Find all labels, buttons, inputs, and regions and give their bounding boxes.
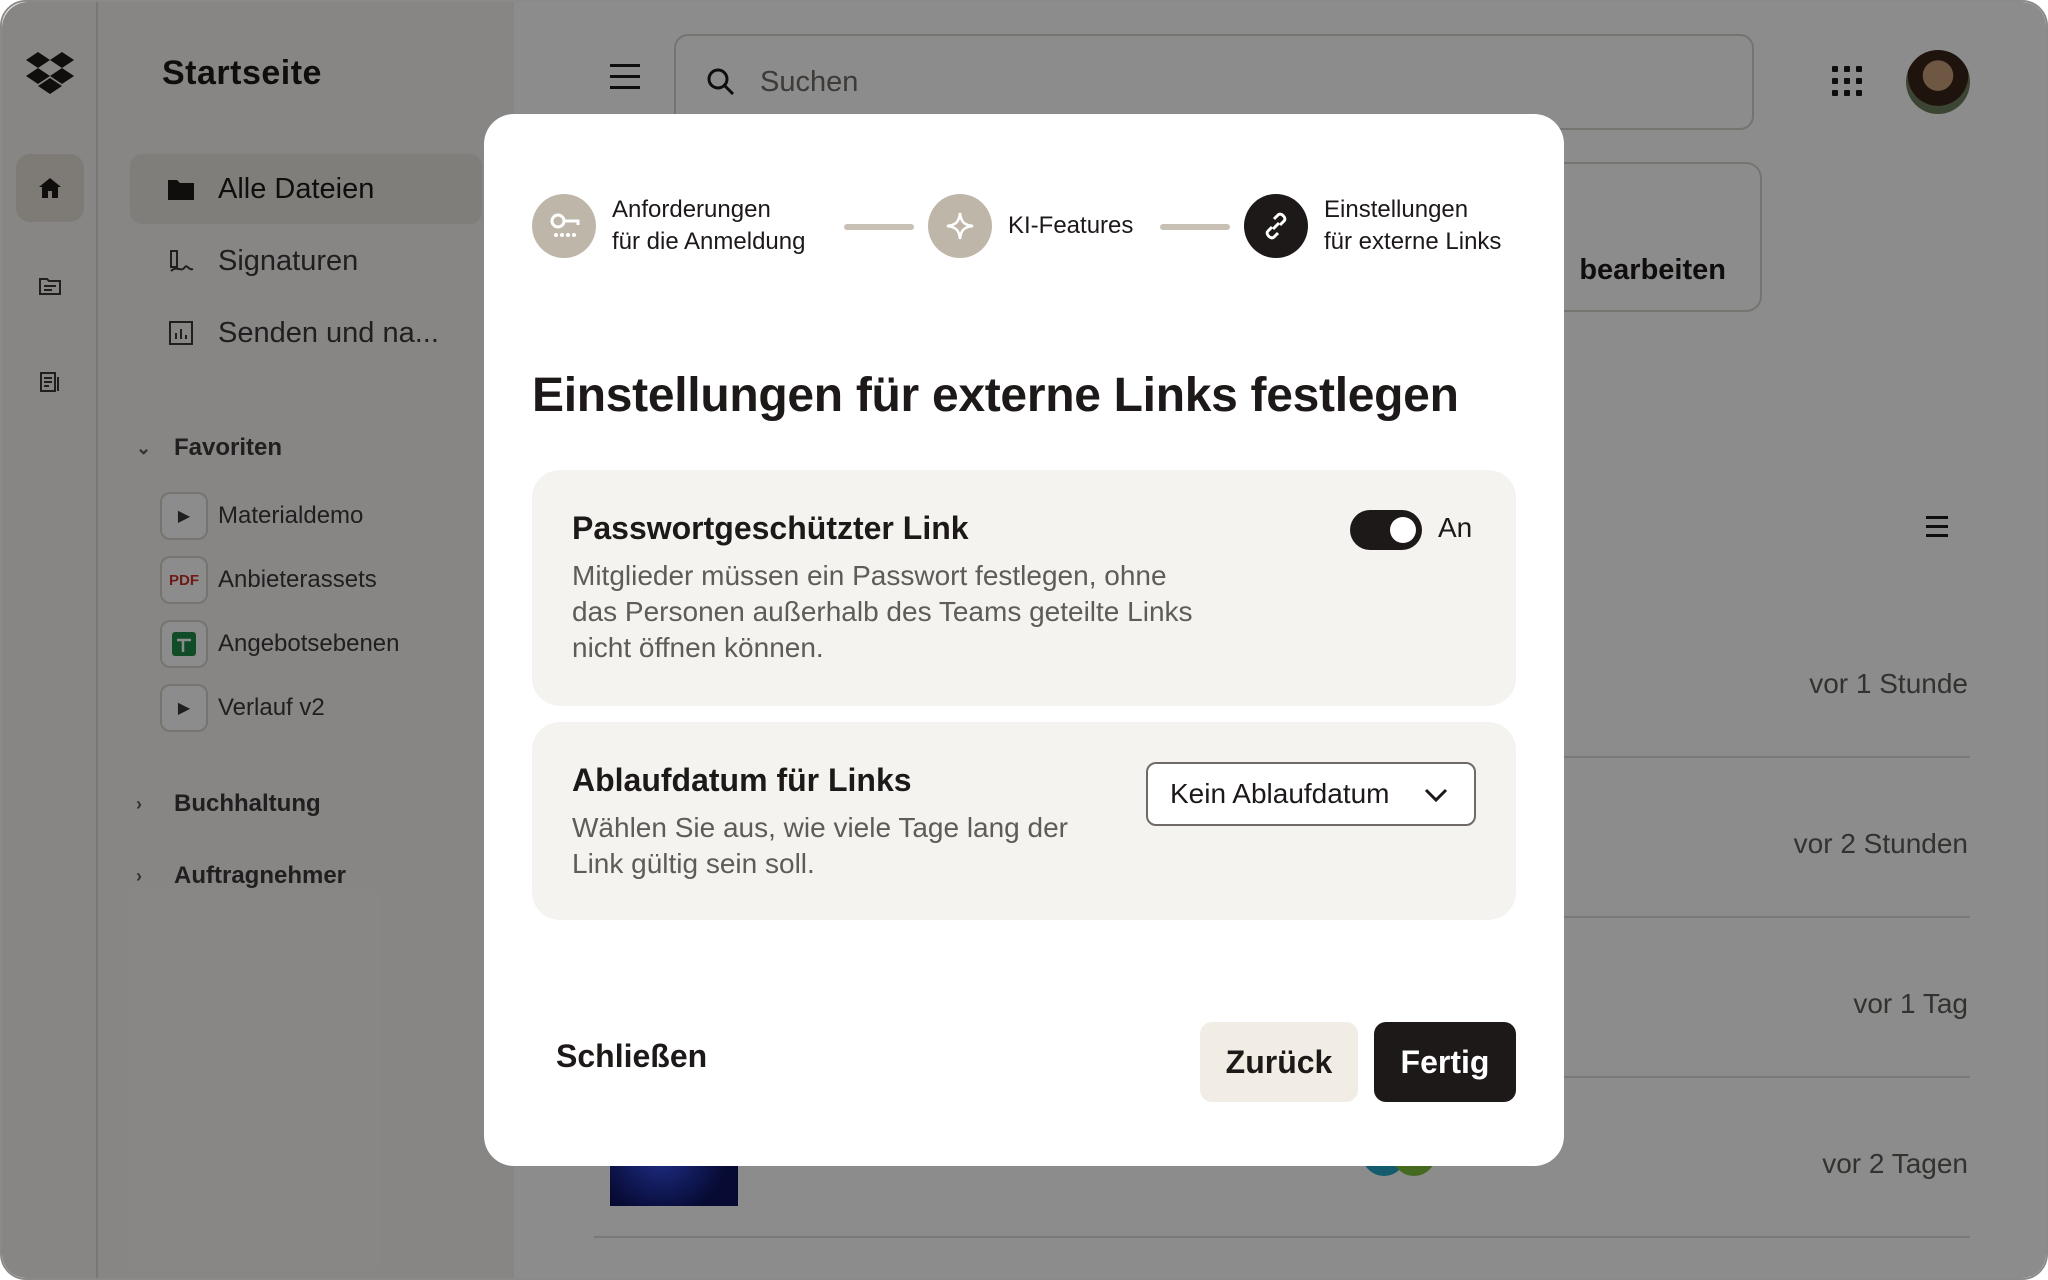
expiry-select[interactable]: Kein Ablaufdatum [1146,762,1476,826]
link-icon [1244,194,1308,258]
setup-dialog: Anforderungen für die Anmeldung KI-Featu… [484,114,1564,1166]
step-label: KI-Features [1008,212,1134,239]
stepper: Anforderungen für die Anmeldung KI-Featu… [532,194,1532,264]
card-title: Ablaufdatum für Links [572,762,912,798]
toggle-state-label: An [1438,512,1473,543]
card-description: Wählen Sie aus, wie viele Tage lang der … [572,812,1069,879]
card-description: Mitglieder müssen ein Passwort festlegen… [572,560,1193,663]
step-external-links: Einstellungen für externe Links [1244,194,1501,258]
back-button[interactable]: Zurück [1200,1022,1358,1102]
step-ai-features: KI-Features [928,194,1133,258]
dialog-title: Einstellungen für externe Links festlege… [532,369,1459,422]
chevron-down-icon [1424,788,1448,803]
key-icon [532,194,596,258]
close-button[interactable]: Schließen [556,1038,707,1075]
select-value: Kein Ablaufdatum [1170,778,1390,809]
done-button[interactable]: Fertig [1374,1022,1516,1102]
password-link-card: Passwortgeschützter Link Mitglieder müss… [532,470,1516,706]
link-expiry-card: Ablaufdatum für Links Wählen Sie aus, wi… [532,722,1516,920]
step-label: Anforderungen für die Anmeldung [612,196,806,255]
ai-sparkle-icon [928,194,992,258]
step-connector [1160,224,1230,230]
step-label: Einstellungen für externe Links [1324,196,1502,255]
password-toggle[interactable] [1350,510,1422,550]
step-connector [844,224,914,230]
step-login-requirements: Anforderungen für die Anmeldung [532,194,805,258]
card-title: Passwortgeschützter Link [572,510,969,546]
